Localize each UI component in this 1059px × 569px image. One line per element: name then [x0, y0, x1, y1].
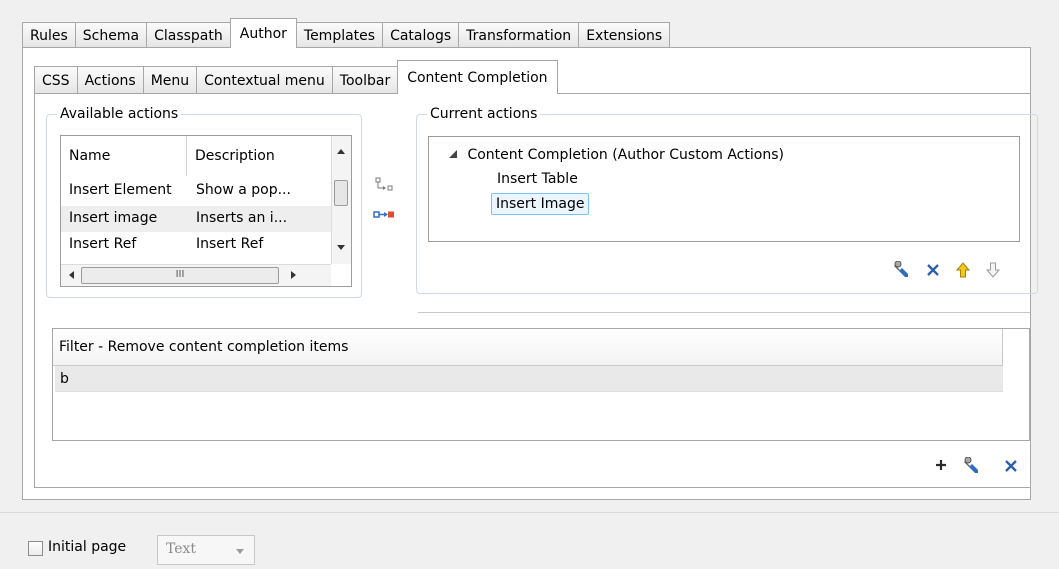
tab-toolbar[interactable]: Toolbar	[331, 66, 399, 94]
tab-schema[interactable]: Schema	[74, 22, 148, 48]
filter-table[interactable]: Filter - Remove content completion items…	[52, 328, 1030, 441]
tab-actions[interactable]: Actions	[76, 66, 144, 94]
tab-extensions[interactable]: Extensions	[578, 22, 671, 48]
tab-label: Author	[239, 25, 287, 42]
tab-label: Toolbar	[339, 72, 391, 89]
table-row[interactable]: Insert image Inserts an i...	[61, 206, 331, 232]
current-actions-tree[interactable]: Content Completion (Author Custom Action…	[428, 136, 1020, 242]
tab-label: Content Completion	[407, 69, 548, 86]
available-actions-legend: Available actions	[60, 106, 179, 122]
top-tab-bar: Rules Schema Classpath Author Templates …	[22, 18, 671, 48]
tab-label: Schema	[82, 27, 140, 44]
horizontal-scroll-thumb[interactable]: III	[81, 267, 279, 284]
row-name: Insert Ref	[69, 236, 137, 252]
filter-row-value: b	[60, 371, 69, 387]
wrench-icon[interactable]	[960, 455, 982, 477]
expand-triangle-icon[interactable]	[449, 147, 463, 163]
tab-contextual-menu[interactable]: Contextual menu	[196, 66, 333, 94]
sub-tab-bar: CSS Actions Menu Contextual menu Toolbar…	[34, 60, 558, 94]
filter-column-header[interactable]: Filter - Remove content completion items	[53, 329, 1003, 366]
tab-transformation[interactable]: Transformation	[458, 22, 580, 48]
column-header-description[interactable]: Description	[187, 136, 331, 176]
column-header-label: Description	[195, 148, 275, 164]
initial-page-select[interactable]: Text	[157, 535, 255, 565]
column-header-name[interactable]: Name	[61, 136, 187, 176]
x-icon[interactable]	[1000, 455, 1022, 477]
tab-templates[interactable]: Templates	[295, 22, 384, 48]
tab-menu[interactable]: Menu	[142, 66, 198, 94]
x-icon[interactable]	[922, 259, 944, 281]
table-row[interactable]: b	[55, 366, 1003, 392]
row-description: Inserts an i...	[196, 210, 288, 226]
available-actions-table[interactable]: Name Description Insert Element Show a p…	[60, 135, 352, 287]
tab-label: Extensions	[586, 27, 663, 44]
scroll-up-icon[interactable]	[333, 144, 349, 158]
tree-node-label: Content Completion (Author Custom Action…	[467, 147, 784, 163]
wrench-icon[interactable]	[890, 259, 912, 281]
tree-node-root[interactable]: Content Completion (Author Custom Action…	[449, 147, 784, 163]
tab-label: Transformation	[466, 27, 572, 44]
tab-author[interactable]: Author	[229, 18, 297, 48]
tree-node-insert-image[interactable]: Insert Image	[491, 193, 590, 215]
tab-label: Classpath	[154, 27, 223, 44]
divider	[418, 312, 1030, 313]
scroll-left-icon[interactable]	[65, 268, 77, 282]
initial-page-label: Initial page	[48, 539, 127, 555]
scroll-down-icon[interactable]	[333, 240, 349, 254]
initial-page-checkbox[interactable]	[28, 541, 43, 556]
plus-icon[interactable]	[932, 455, 950, 475]
row-description: Show a pop...	[196, 182, 291, 198]
tab-classpath[interactable]: Classpath	[146, 22, 231, 48]
tab-label: Menu	[150, 72, 190, 89]
tab-label: CSS	[42, 72, 70, 89]
arrow-up-icon[interactable]	[952, 259, 974, 281]
tree-node-insert-table[interactable]: Insert Table	[497, 171, 578, 187]
tab-catalogs[interactable]: Catalogs	[382, 22, 460, 48]
tree-node-label: Insert Image	[496, 196, 585, 212]
column-header-label: Name	[69, 148, 111, 164]
add-to-current-icon[interactable]	[372, 174, 396, 196]
table-row[interactable]: Insert Element Show a pop...	[61, 178, 331, 204]
chevron-down-icon	[234, 546, 246, 556]
row-name: Insert image	[69, 210, 158, 226]
arrow-down-icon[interactable]	[982, 259, 1004, 281]
current-actions-legend: Current actions	[430, 106, 538, 122]
tab-label: Contextual menu	[204, 72, 325, 89]
remove-from-current-icon[interactable]	[372, 206, 396, 224]
select-value: Text	[166, 541, 197, 557]
tab-rules[interactable]: Rules	[22, 22, 76, 48]
row-description: Insert Ref	[196, 236, 264, 252]
tab-label: Catalogs	[390, 27, 452, 44]
tab-content-completion[interactable]: Content Completion	[397, 60, 558, 94]
row-name: Insert Element	[69, 182, 172, 198]
vertical-scroll-thumb[interactable]	[334, 180, 348, 206]
scroll-right-icon[interactable]	[287, 268, 299, 282]
tab-label: Rules	[30, 27, 68, 44]
column-header-label: Filter - Remove content completion items	[59, 339, 349, 355]
table-row[interactable]: Insert Ref Insert Ref	[61, 232, 331, 264]
scroll-grip: III	[175, 269, 185, 280]
tab-label: Actions	[84, 72, 136, 89]
tree-node-label: Insert Table	[497, 171, 578, 187]
tab-css[interactable]: CSS	[34, 66, 78, 94]
tab-label: Templates	[303, 27, 376, 44]
